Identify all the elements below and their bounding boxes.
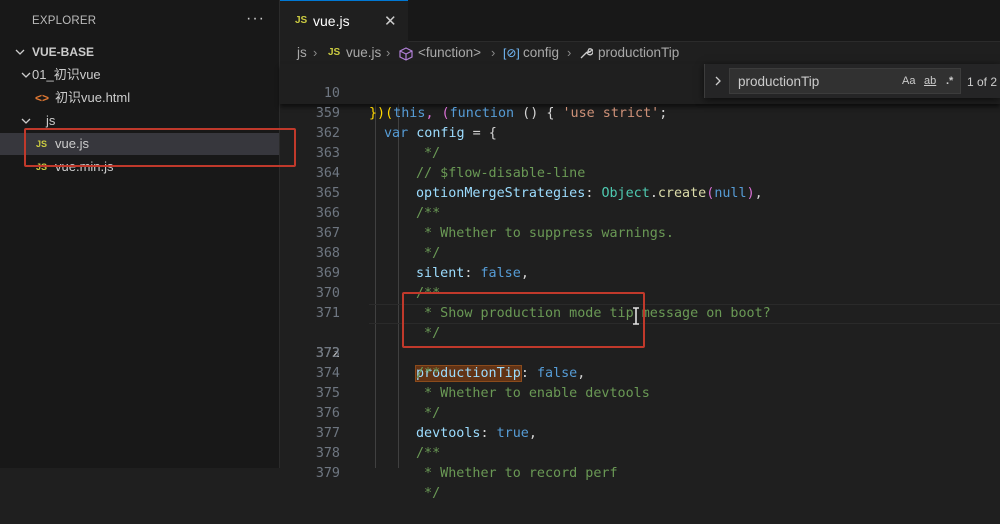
ellipsis-icon[interactable]: ···	[246, 10, 265, 28]
breadcrumb: js › JS vue.js › <function> › [⊘] config…	[280, 42, 1000, 64]
js-file-icon: JS	[328, 47, 341, 58]
line-text: */	[416, 486, 441, 501]
tab-vue-js[interactable]: JS vue.js ✕	[280, 0, 408, 42]
tree-folder-root[interactable]: VUE-BASE	[0, 41, 279, 63]
line-number: 379	[315, 466, 340, 481]
file-label: 初识vue.html	[55, 90, 131, 105]
code-line: 368 silent: false,	[280, 224, 1000, 281]
highlight-box	[24, 128, 296, 167]
code-line: 369 /**	[280, 244, 1000, 301]
chevron-right-icon[interactable]	[713, 74, 723, 92]
breadcrumb-item-js[interactable]: js	[297, 42, 307, 64]
explorer-sidebar: EXPLORER ··· VUE-BASE 01_初识vue <> 初识vue.…	[0, 0, 296, 468]
code-line: 370 * Show production mode tip message o…	[280, 264, 1000, 321]
chevron-down-icon	[14, 41, 26, 63]
chevron-right-icon: ›	[386, 45, 391, 60]
chevron-right-icon: ›	[491, 45, 496, 60]
root-folder-label: VUE-BASE	[32, 45, 95, 59]
folder-label: 01_初识vue	[32, 67, 101, 82]
chevron-right-icon: ›	[313, 45, 318, 60]
breadcrumb-item-function[interactable]: <function>	[418, 42, 481, 64]
code-line: 376 devtools: true,	[280, 384, 1000, 441]
html-file-icon: <>	[35, 91, 50, 105]
tree-folder-01[interactable]: 01_初识vue	[0, 64, 279, 86]
chevron-right-icon: ›	[567, 45, 572, 60]
line-number: 359	[315, 106, 340, 121]
code-line: 364 optionMergeStrategies: Object.create…	[280, 144, 1000, 201]
code-line: 375 */	[280, 364, 1000, 421]
code-line: 367 */	[280, 204, 1000, 261]
code-editor[interactable]: 10 })(this, (function () { 'use strict';…	[280, 64, 1000, 501]
find-input-value: productionTip	[738, 74, 820, 89]
line-text: var config = {	[384, 126, 497, 141]
code-line: 377 /**	[280, 404, 1000, 461]
code-line: 365 /**	[280, 164, 1000, 221]
match-case-icon[interactable]: Aa	[902, 75, 915, 87]
match-count: 1 of 2	[967, 75, 998, 89]
close-icon[interactable]: ✕	[384, 12, 397, 30]
explorer-title: EXPLORER	[32, 15, 97, 27]
chevron-down-icon	[20, 64, 32, 86]
tab-label: vue.js	[313, 13, 350, 29]
line-text: * Whether to record perf	[416, 466, 618, 481]
text-cursor-icon	[631, 307, 641, 330]
explorer-header: EXPLORER ···	[0, 0, 280, 42]
find-widget: productionTip Aa ab .* 1 of 2	[704, 64, 1000, 98]
breadcrumb-item-file[interactable]: vue.js	[346, 42, 381, 64]
variable-icon: [⊘]	[503, 46, 520, 60]
line-text: })(this, (function () { 'use strict';	[369, 106, 668, 121]
breadcrumb-item-config[interactable]: config	[523, 42, 559, 64]
code-line: 378 * Whether to record perf	[280, 424, 1000, 481]
breadcrumb-item-property[interactable]: productionTip	[598, 42, 679, 64]
js-file-icon: JS	[295, 15, 308, 26]
whole-word-icon[interactable]: ab	[924, 75, 936, 87]
editor-tab-bar: JS vue.js ✕	[280, 0, 1000, 42]
highlight-box	[402, 292, 645, 348]
find-input[interactable]: productionTip Aa ab .*	[729, 68, 961, 94]
code-line: 366 * Whether to suppress warnings.	[280, 184, 1000, 241]
tree-file-html[interactable]: <> 初识vue.html	[0, 87, 279, 109]
code-line: 379 */	[280, 444, 1000, 501]
regex-icon[interactable]: .*	[946, 75, 953, 87]
